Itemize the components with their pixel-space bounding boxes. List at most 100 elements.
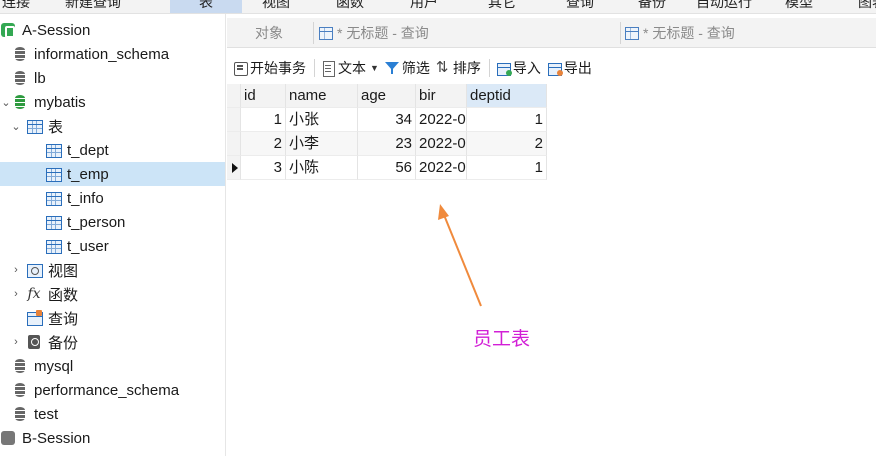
tree-node-mybatis[interactable]: ⌄ mybatis (0, 90, 225, 114)
tree-node-t-person[interactable]: t_person (0, 210, 225, 234)
cell-id[interactable]: 2 (241, 132, 286, 156)
table-icon (45, 238, 62, 254)
tree-node-t-emp[interactable]: t_emp (0, 162, 225, 186)
database-icon (12, 358, 28, 374)
column-header-id[interactable]: id (241, 84, 286, 108)
tree-node-lb[interactable]: lb (0, 66, 225, 90)
export-icon (547, 61, 563, 76)
begin-transaction-button[interactable]: 开始事务 (233, 56, 306, 80)
tree-node-test[interactable]: test (0, 402, 225, 426)
table-row[interactable]: 3 小陈 56 2022-0 1 (227, 156, 547, 180)
toolbar-table[interactable]: 表 (170, 0, 242, 13)
database-icon (12, 406, 28, 422)
tree-node-t-user[interactable]: t_user (0, 234, 225, 258)
tree-node-tables[interactable]: ⌄ 表 (0, 114, 225, 138)
text-view-button[interactable]: 文本 ▼ (321, 56, 379, 80)
tab-untitled-query-1[interactable]: * 无标题 - 查询 (319, 18, 429, 48)
table-icon (45, 214, 62, 230)
chevron-down-icon[interactable]: ⌄ (10, 120, 22, 133)
session-icon (0, 430, 16, 446)
caret-down-icon: ▼ (370, 63, 379, 73)
session-icon (0, 22, 16, 38)
sort-button[interactable]: 排序 (436, 56, 481, 80)
tree-node-b-session[interactable]: B-Session (0, 426, 225, 450)
column-header-age[interactable]: age (358, 84, 416, 108)
main-toolbar: 连接 新建查询 表 视图 函数 用户 其它 查询 备份 自动运行 模型 图表 (0, 0, 876, 14)
query-icon (625, 26, 639, 40)
cell-deptid[interactable]: 2 (467, 132, 547, 156)
cell-name[interactable]: 小陈 (286, 156, 358, 180)
cell-name[interactable]: 小张 (286, 108, 358, 132)
chevron-down-icon[interactable]: ⌄ (0, 96, 12, 109)
database-icon (12, 382, 28, 398)
toolbar-automation[interactable]: 自动运行 (696, 0, 752, 12)
cell-name[interactable]: 小李 (286, 132, 358, 156)
column-header-deptid[interactable]: deptid (467, 84, 547, 108)
toolbar-backup[interactable]: 备份 (638, 0, 666, 12)
tab-untitled-query-2[interactable]: * 无标题 - 查询 (625, 18, 735, 48)
tree-node-performance-schema[interactable]: performance_schema (0, 378, 225, 402)
cell-age[interactable]: 56 (358, 156, 416, 180)
tree-node-queries[interactable]: 查询 (0, 306, 225, 330)
database-icon (12, 70, 28, 86)
query-icon (26, 310, 43, 326)
tree-node-t-dept[interactable]: t_dept (0, 138, 225, 162)
filter-icon (384, 61, 399, 75)
connection-tree: A-Session information_schema lb ⌄ mybati… (0, 14, 226, 456)
cell-age[interactable]: 23 (358, 132, 416, 156)
cell-age[interactable]: 34 (358, 108, 416, 132)
export-button[interactable]: 导出 (547, 56, 592, 80)
toolbar-view[interactable]: 视图 (262, 0, 290, 12)
toolbar-connect[interactable]: 连接 (2, 0, 30, 12)
table-folder-icon (26, 118, 43, 134)
toolbar-model[interactable]: 模型 (785, 0, 813, 12)
tree-node-a-session[interactable]: A-Session (0, 18, 225, 42)
toolbar-other[interactable]: 其它 (488, 0, 516, 12)
table-row[interactable]: 1 小张 34 2022-0 1 (227, 108, 547, 132)
database-open-icon (12, 94, 28, 110)
toolbar-function[interactable]: 函数 (336, 0, 364, 12)
filter-button[interactable]: 筛选 (384, 56, 430, 80)
toolbar-query[interactable]: 查询 (566, 0, 594, 12)
column-header-name[interactable]: name (286, 84, 358, 108)
current-row-indicator (227, 156, 241, 180)
chevron-right-icon[interactable]: › (10, 288, 22, 300)
cell-bir[interactable]: 2022-0 (416, 132, 467, 156)
sort-icon (436, 58, 450, 76)
database-icon (12, 46, 28, 62)
backup-icon (26, 334, 42, 350)
grid-header: id name age bir deptid (227, 84, 547, 108)
import-button[interactable]: 导入 (496, 56, 541, 80)
table-icon (45, 190, 62, 206)
annotation-label: 员工表 (473, 329, 531, 350)
cell-id[interactable]: 3 (241, 156, 286, 180)
chevron-right-icon[interactable]: › (10, 336, 22, 348)
transaction-icon (233, 61, 248, 76)
column-header-bir[interactable]: bir (416, 84, 467, 108)
table-icon (45, 142, 62, 158)
cell-bir[interactable]: 2022-0 (416, 156, 467, 180)
toolbar-user[interactable]: 用户 (410, 0, 438, 12)
function-icon: fx (27, 286, 41, 302)
tree-node-views[interactable]: › 视图 (0, 258, 225, 282)
tree-node-backups[interactable]: › 备份 (0, 330, 225, 354)
toolbar-chart[interactable]: 图表 (858, 0, 876, 12)
view-icon (26, 262, 43, 278)
cell-id[interactable]: 1 (241, 108, 286, 132)
data-toolbar: 开始事务 文本 ▼ 筛选 排序 导入 导出 (227, 54, 876, 82)
cell-deptid[interactable]: 1 (467, 108, 547, 132)
chevron-right-icon[interactable]: › (10, 264, 22, 276)
editor-tabs: 对象 * 无标题 - 查询 * 无标题 - 查询 (227, 18, 876, 48)
tree-node-information-schema[interactable]: information_schema (0, 42, 225, 66)
tree-node-functions[interactable]: › fx 函数 (0, 282, 225, 306)
tree-node-mysql[interactable]: mysql (0, 354, 225, 378)
table-icon (45, 166, 62, 182)
toolbar-new-query[interactable]: 新建查询 (65, 0, 121, 12)
table-row[interactable]: 2 小李 23 2022-0 2 (227, 132, 547, 156)
cell-bir[interactable]: 2022-0 (416, 108, 467, 132)
tree-node-t-info[interactable]: t_info (0, 186, 225, 210)
document-icon (321, 61, 335, 77)
cell-deptid[interactable]: 1 (467, 156, 547, 180)
import-icon (496, 61, 512, 76)
tab-objects[interactable]: 对象 (255, 18, 283, 48)
